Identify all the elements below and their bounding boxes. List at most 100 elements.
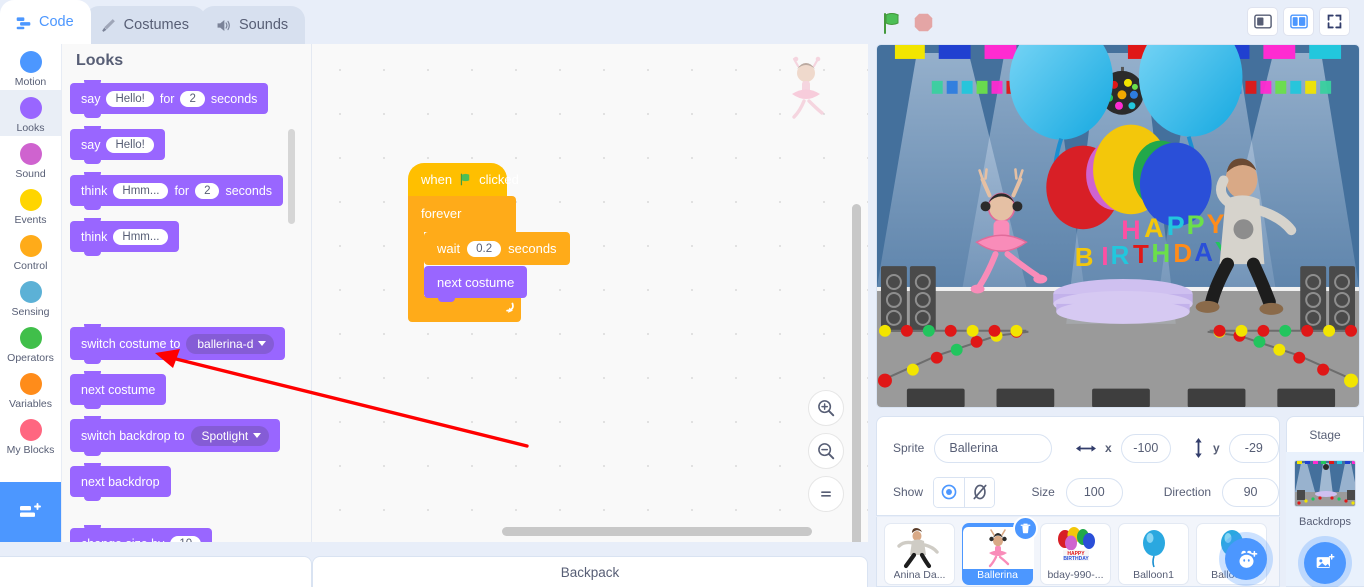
backpack-bar[interactable]: Backpack (312, 556, 868, 587)
svg-text:D: D (1173, 240, 1192, 268)
forever-label: forever (421, 206, 462, 221)
show-toggle-group (933, 476, 996, 508)
sidebar-item-my-blocks[interactable]: My Blocks (0, 412, 61, 458)
svg-text:BIRTHDAY: BIRTHDAY (1063, 556, 1089, 562)
stage-preview[interactable]: H A P P Y B I R T H D A Y ! (876, 44, 1360, 408)
block-palette[interactable]: Looks say Hello! for 2 seconds say Hello… (62, 44, 312, 542)
palette-block-switch-costume[interactable]: switch costume to ballerina-d (70, 324, 286, 364)
svg-text:Y: Y (1207, 209, 1225, 239)
block-input-message[interactable]: Hmm... (113, 228, 169, 245)
green-flag-button[interactable] (880, 11, 904, 35)
sidebar-item-events[interactable]: Events (0, 182, 61, 228)
zoom-out-button[interactable] (808, 433, 844, 469)
add-backdrop-button[interactable] (1304, 542, 1346, 584)
sidebar-item-variables[interactable]: Variables (0, 366, 61, 412)
script-block-when-flag-clicked[interactable]: when clicked (408, 163, 519, 196)
block-input-seconds[interactable]: 2 (180, 90, 205, 107)
palette-block-next-backdrop[interactable]: next backdrop (70, 463, 171, 501)
script-block-next-costume[interactable]: next costume (424, 266, 528, 302)
zoom-in-button[interactable] (808, 390, 844, 426)
block-input-seconds[interactable]: 2 (195, 182, 220, 199)
y-position-input[interactable]: -29 (1228, 433, 1279, 463)
sidebar-item-looks[interactable]: Looks (0, 90, 61, 136)
sprite-tile-bday[interactable]: HAPPY BIRTHDAY bday-990-... (1040, 523, 1111, 585)
backpack-label: Backpack (560, 564, 620, 580)
small-stage-layout-button[interactable] (1247, 7, 1278, 36)
svg-text:P: P (1167, 211, 1185, 241)
sidebar-item-sound[interactable]: Sound (0, 136, 61, 182)
block-input-message[interactable]: Hello! (106, 90, 154, 107)
chevron-down-icon (253, 433, 262, 438)
block-text: seconds (210, 91, 258, 106)
dropdown-value: ballerina-d (197, 336, 254, 351)
tab-costumes[interactable]: Costumes (84, 6, 206, 44)
sprite-list: Anina Da... Ballerina HAPPY BIRTHDAY bda… (876, 516, 1280, 587)
sidebar-item-control[interactable]: Control (0, 228, 61, 274)
operators-category-icon (19, 326, 42, 349)
palette-section-title: Looks (76, 52, 124, 69)
block-input-message[interactable]: Hmm... (113, 182, 169, 199)
sprite-tile-anina[interactable]: Anina Da... (884, 523, 955, 585)
sidebar-item-motion[interactable]: Motion (0, 44, 61, 90)
sprite-tile-balloon1[interactable]: Balloon1 (1118, 523, 1189, 585)
bottom-left-filler (0, 542, 312, 587)
sprite-name: Anina Da... (893, 569, 946, 581)
block-text: for (159, 91, 175, 106)
variables-category-icon (19, 372, 42, 395)
add-sprite-button[interactable] (1225, 538, 1267, 580)
my-blocks-category-icon (19, 418, 42, 441)
palette-block-switch-backdrop[interactable]: switch backdrop to Spotlight (70, 416, 281, 456)
events-category-icon (19, 188, 42, 211)
code-workspace[interactable]: when clicked forever wait 0.2 seconds ne… (312, 44, 868, 542)
sidebar-item-sensing[interactable]: Sensing (0, 274, 61, 320)
tab-sounds[interactable]: Sounds (199, 6, 306, 44)
backdrop-dropdown[interactable]: Spotlight (190, 425, 270, 446)
block-bump (438, 297, 455, 302)
blue-balloon-icon (1119, 527, 1190, 569)
palette-block-say[interactable]: say Hello! (70, 126, 165, 164)
svg-text:P: P (1187, 210, 1205, 240)
script-block-wait-seconds[interactable]: wait 0.2 seconds (424, 232, 570, 265)
wait-duration-input[interactable]: 0.2 (467, 240, 502, 257)
show-hidden-button[interactable] (964, 477, 995, 507)
block-text: think (81, 183, 108, 198)
sprite-name-input[interactable]: Ballerina (934, 433, 1052, 463)
stage-thumbnail[interactable] (1294, 460, 1356, 507)
palette-block-think[interactable]: think Hmm... (70, 218, 180, 256)
show-visible-button[interactable] (934, 477, 965, 507)
zoom-reset-button[interactable] (808, 476, 844, 512)
block-text: think (81, 229, 108, 244)
svg-text:A: A (1144, 213, 1163, 243)
costume-dropdown[interactable]: ballerina-d (186, 333, 275, 354)
direction-input[interactable]: 90 (1222, 477, 1279, 507)
bottom-left-panel (0, 556, 312, 587)
palette-block-say-for-seconds[interactable]: say Hello! for 2 seconds (70, 80, 269, 118)
sidebar-item-operators[interactable]: Operators (0, 320, 61, 366)
tab-code[interactable]: Code (0, 0, 91, 44)
category-label: Events (14, 213, 47, 226)
palette-block-next-costume[interactable]: next costume (70, 371, 167, 409)
block-text: seconds (225, 183, 273, 198)
category-label: My Blocks (6, 443, 55, 456)
size-input[interactable]: 100 (1065, 477, 1123, 507)
dropdown-value: Spotlight (201, 428, 249, 443)
category-label: Looks (16, 121, 45, 134)
add-extension-button[interactable] (0, 482, 61, 542)
delete-sprite-icon[interactable] (1013, 516, 1038, 541)
sprite-tile-ballerina[interactable]: Ballerina (962, 516, 1038, 585)
workspace-horizontal-scrollbar[interactable] (502, 527, 812, 536)
tab-code-label: Code (39, 14, 74, 30)
x-position-input[interactable]: -100 (1120, 433, 1171, 463)
stop-button[interactable] (913, 12, 934, 33)
workspace-vertical-scrollbar[interactable] (852, 204, 861, 542)
palette-block-change-size-by[interactable]: change size by 10 (70, 525, 213, 542)
palette-block-think-for-seconds[interactable]: think Hmm... for 2 seconds (70, 172, 284, 210)
block-input-message[interactable]: Hello! (106, 136, 154, 153)
large-stage-layout-button[interactable] (1283, 7, 1314, 36)
block-category-column: Motion Looks Sound Events Control Sensin… (0, 44, 62, 542)
fullscreen-button[interactable] (1319, 7, 1350, 36)
direction-label: Direction (1163, 485, 1212, 499)
palette-scrollbar[interactable] (288, 129, 295, 224)
loop-arrow-icon (500, 300, 516, 321)
svg-text:R: R (1111, 242, 1130, 270)
